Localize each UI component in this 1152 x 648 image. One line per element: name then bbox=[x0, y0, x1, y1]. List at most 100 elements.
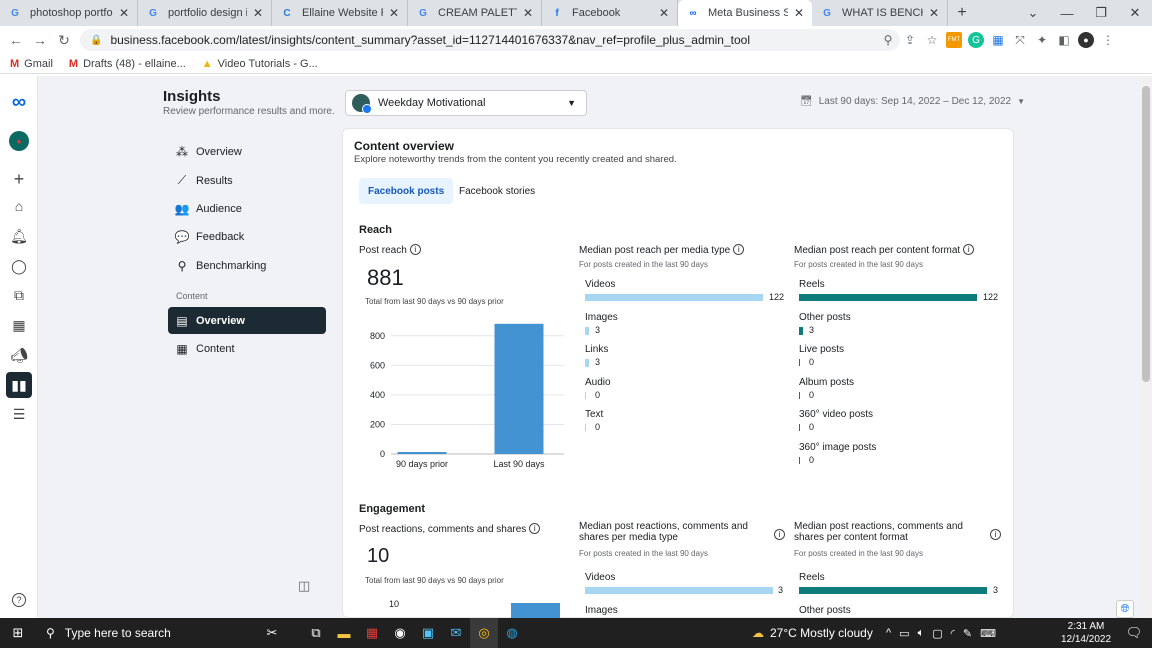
file-explorer-icon[interactable]: ▬ bbox=[330, 618, 358, 648]
tray-pen-icon[interactable]: ✎ bbox=[963, 627, 972, 640]
app-grid-icon[interactable]: ▦ bbox=[358, 618, 386, 648]
extension-fmt-icon[interactable]: FMT bbox=[946, 32, 962, 48]
zoom-icon[interactable]: ⚲ bbox=[880, 32, 896, 48]
info-icon[interactable]: i bbox=[774, 529, 785, 540]
planner-grid-icon[interactable]: ▦ bbox=[0, 313, 38, 337]
tray-network-icon[interactable]: ▭ bbox=[899, 627, 909, 640]
content-format-bar[interactable] bbox=[799, 424, 800, 431]
browser-tab[interactable]: C Ellaine Website Portfo ✕ bbox=[272, 0, 408, 26]
tab-search-icon[interactable]: ⌄ bbox=[1016, 0, 1050, 26]
tab-close-icon[interactable]: ✕ bbox=[794, 6, 804, 20]
media-type-bar[interactable] bbox=[585, 424, 586, 431]
close-window-icon[interactable]: ✕ bbox=[1118, 0, 1152, 26]
home-icon[interactable]: ⌂ bbox=[0, 194, 38, 218]
nav-subitem-overview[interactable]: ▤ Overview bbox=[168, 307, 326, 334]
browser-tab[interactable]: ∞ Meta Business Suite ✕ bbox=[678, 0, 812, 26]
nav-item-overview[interactable]: ⁂ Overview bbox=[168, 138, 326, 165]
globe-icon[interactable]: 🌐︎ bbox=[1116, 600, 1134, 618]
browser-tab[interactable]: f Facebook ✕ bbox=[542, 0, 678, 26]
media-type-bar[interactable] bbox=[585, 359, 589, 367]
tray-keyboard-icon[interactable]: ⌨ bbox=[980, 627, 996, 640]
clock[interactable]: 2:31 AM 12/14/2022 bbox=[1058, 620, 1114, 646]
reload-icon[interactable]: ↻ bbox=[52, 32, 76, 49]
date-range-selector[interactable]: 📅︎ Last 90 days: Sep 14, 2022 – Dec 12, … bbox=[800, 96, 1025, 107]
browser-tab[interactable]: Gportfolio design ideas ✕ bbox=[138, 0, 272, 26]
tray-volume-icon[interactable]: 🔈︎ bbox=[918, 627, 925, 640]
camera-icon[interactable]: ◉ bbox=[386, 618, 414, 648]
media-type-bar[interactable] bbox=[585, 294, 763, 301]
browser-tab[interactable]: Gphotoshop portfolio ✕ bbox=[0, 0, 138, 26]
tab-close-icon[interactable]: ✕ bbox=[929, 6, 939, 20]
info-icon[interactable]: i bbox=[409, 244, 421, 255]
notifications-icon[interactable]: 🗨︎ bbox=[1120, 618, 1148, 648]
meta-logo-icon[interactable]: ∞ bbox=[0, 90, 38, 114]
content-format-bar[interactable] bbox=[799, 294, 977, 301]
tray-wifi-icon[interactable]: ◜ bbox=[951, 627, 955, 640]
tab-close-icon[interactable]: ✕ bbox=[659, 6, 669, 20]
nav-subitem-content[interactable]: ▦ Content bbox=[168, 335, 326, 362]
collapse-panel-icon[interactable]: ◫ bbox=[298, 578, 310, 594]
extension-grid-icon[interactable]: ▦ bbox=[990, 32, 1006, 48]
store-icon[interactable]: ▣ bbox=[414, 618, 442, 648]
posts-icon[interactable]: ⧉ bbox=[0, 283, 38, 307]
inbox-chat-icon[interactable]: ◯ bbox=[0, 254, 38, 278]
reach-bar-90-days-prior[interactable] bbox=[397, 452, 447, 454]
tab-close-icon[interactable]: ✕ bbox=[389, 6, 399, 20]
media-type-bar[interactable] bbox=[585, 391, 586, 399]
all-tools-menu-icon[interactable]: ☰ bbox=[0, 402, 38, 426]
nav-item-results[interactable]: ⟋ Results bbox=[168, 167, 326, 194]
content-format-bar[interactable] bbox=[799, 391, 800, 399]
url-field[interactable]: 🔒 business.facebook.com/latest/insights/… bbox=[80, 29, 900, 51]
share-icon[interactable]: ⇪ bbox=[902, 32, 918, 48]
edge-icon[interactable]: ◍ bbox=[498, 618, 526, 648]
extensions-puzzle-icon[interactable]: ✦ bbox=[1034, 32, 1050, 48]
windows-start-icon[interactable]: ⊞ bbox=[0, 618, 36, 648]
bookmark-star-icon[interactable]: ☆ bbox=[924, 32, 940, 48]
tab-close-icon[interactable]: ✕ bbox=[119, 6, 129, 20]
browser-tab[interactable]: G WHAT IS BENCHMARK ✕ bbox=[812, 0, 948, 26]
info-icon[interactable]: i bbox=[733, 244, 745, 255]
extension-expand-icon[interactable]: ⤧ bbox=[1012, 32, 1028, 48]
tray-display-icon[interactable]: ▢ bbox=[932, 627, 942, 640]
tab-close-icon[interactable]: ✕ bbox=[523, 6, 533, 20]
minimize-icon[interactable]: — bbox=[1050, 0, 1084, 26]
info-icon[interactable]: i bbox=[529, 523, 541, 534]
media-type-bar[interactable] bbox=[585, 326, 589, 335]
task-view-icon[interactable]: ⧉ bbox=[302, 618, 330, 648]
weather-text[interactable]: 27°C Mostly cloudy bbox=[770, 626, 873, 640]
scrollbar-thumb[interactable] bbox=[1142, 86, 1150, 382]
ads-megaphone-icon[interactable]: 📣︎ bbox=[0, 343, 38, 367]
back-icon[interactable]: ← bbox=[4, 32, 28, 48]
bookmark-item[interactable]: M Drafts (48) - ellaine... bbox=[69, 58, 186, 70]
content-format-bar[interactable] bbox=[799, 456, 800, 464]
info-icon[interactable]: i bbox=[990, 529, 1001, 540]
tray-chevron-icon[interactable]: ^ bbox=[886, 627, 891, 639]
tab-facebook-stories[interactable]: Facebook stories bbox=[459, 178, 535, 204]
reach-bar-last-90-days[interactable] bbox=[494, 323, 544, 454]
forward-icon[interactable]: → bbox=[28, 32, 52, 48]
new-tab-icon[interactable]: + bbox=[948, 0, 976, 26]
browser-tab[interactable]: G CREAM PALETTE CODE ✕ bbox=[408, 0, 542, 26]
tab-facebook-posts[interactable]: Facebook posts bbox=[359, 178, 454, 204]
menu-kebab-icon[interactable]: ⋮ bbox=[1100, 32, 1116, 48]
notifications-bell-icon[interactable]: 🔔︎ bbox=[0, 224, 38, 248]
bookmark-item[interactable]: ▲ Video Tutorials - G... bbox=[202, 58, 318, 70]
content-format-bar[interactable] bbox=[799, 359, 800, 366]
info-icon[interactable]: i bbox=[963, 244, 975, 255]
page-avatar-icon[interactable]: ● bbox=[0, 129, 38, 153]
maximize-icon[interactable]: ❐ bbox=[1084, 0, 1118, 26]
profile-avatar-icon[interactable]: ● bbox=[1078, 32, 1094, 48]
taskbar-search[interactable]: ⚲ Type here to search bbox=[36, 618, 236, 648]
extension-grammarly-icon[interactable]: G bbox=[968, 32, 984, 48]
nav-item-benchmarking[interactable]: ⚲ Benchmarking bbox=[168, 252, 326, 279]
mail-icon[interactable]: ✉ bbox=[442, 618, 470, 648]
page-scrollbar[interactable] bbox=[1140, 76, 1152, 618]
tab-close-icon[interactable]: ✕ bbox=[253, 6, 263, 20]
create-plus-icon[interactable]: + bbox=[0, 167, 38, 191]
bookmark-item[interactable]: M Gmail bbox=[10, 58, 53, 70]
content-format-bar[interactable] bbox=[799, 326, 803, 335]
sidepanel-icon[interactable]: ◧ bbox=[1056, 32, 1072, 48]
account-selector[interactable]: Weekday Motivational ▼ bbox=[345, 90, 587, 116]
help-icon[interactable]: ? bbox=[0, 588, 38, 612]
chrome-icon[interactable]: ◎ bbox=[470, 618, 498, 648]
